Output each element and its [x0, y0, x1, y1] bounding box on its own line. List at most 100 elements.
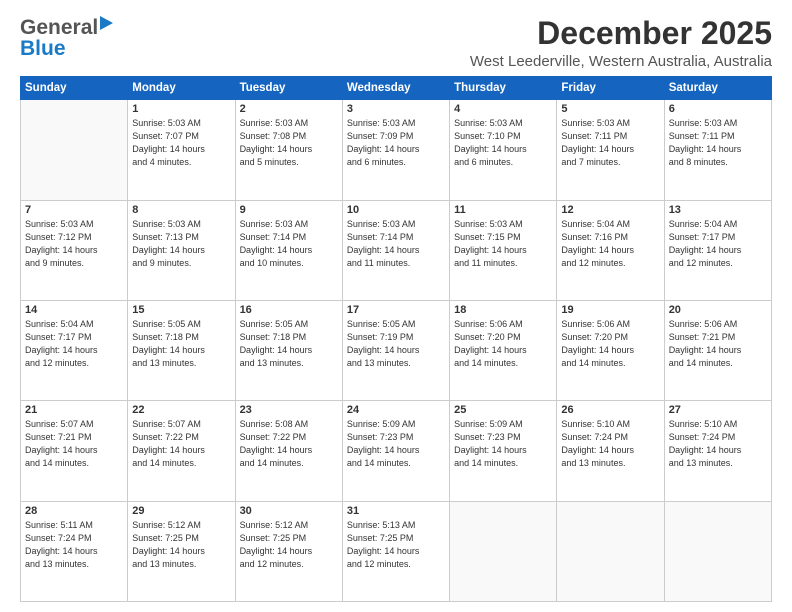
calendar-day-header: Friday [557, 77, 664, 100]
day-number: 8 [132, 204, 230, 216]
calendar-cell: 1 Sunrise: 5:03 AMSunset: 7:07 PMDaylight… [128, 100, 235, 200]
calendar-cell: 17 Sunrise: 5:05 AMSunset: 7:19 PMDayligh… [342, 300, 449, 400]
day-info: Sunrise: 5:03 AMSunset: 7:13 PMDaylight:… [132, 218, 230, 270]
day-number: 24 [347, 404, 445, 416]
day-number: 18 [454, 304, 552, 316]
calendar-cell: 19 Sunrise: 5:06 AMSunset: 7:20 PMDayligh… [557, 300, 664, 400]
calendar-week-row: 28 Sunrise: 5:11 AMSunset: 7:24 PMDayligh… [21, 501, 772, 601]
calendar-day-header: Sunday [21, 77, 128, 100]
day-number: 27 [669, 404, 767, 416]
day-number: 14 [25, 304, 123, 316]
calendar-cell: 20 Sunrise: 5:06 AMSunset: 7:21 PMDayligh… [664, 300, 771, 400]
day-number: 21 [25, 404, 123, 416]
calendar-cell: 4Sunrise: 5:03 AMSunset: 7:10 PMDaylight… [450, 100, 557, 200]
day-number: 12 [561, 204, 659, 216]
main-title: December 2025 [470, 16, 772, 51]
day-number: 6 [669, 103, 767, 115]
day-info: Sunrise: 5:03 AMSunset: 7:07 PMDaylight:… [132, 117, 230, 169]
day-number: 17 [347, 304, 445, 316]
calendar-cell: 28 Sunrise: 5:11 AMSunset: 7:24 PMDayligh… [21, 501, 128, 601]
day-info: Sunrise: 5:03 AMSunset: 7:08 PMDaylight:… [240, 117, 338, 169]
calendar-day-header: Thursday [450, 77, 557, 100]
day-info: Sunrise: 5:05 AMSunset: 7:18 PMDaylight:… [240, 318, 338, 370]
calendar-cell: 15Sunrise: 5:05 AMSunset: 7:18 PMDayligh… [128, 300, 235, 400]
day-number: 1 [132, 103, 230, 115]
logo-arrow-icon [100, 16, 113, 30]
day-info: Sunrise: 5:11 AMSunset: 7:24 PMDaylight:… [25, 519, 123, 571]
day-info: Sunrise: 5:06 AMSunset: 7:21 PMDaylight:… [669, 318, 767, 370]
calendar-week-row: 7Sunrise: 5:03 AMSunset: 7:12 PMDaylight… [21, 200, 772, 300]
header: General Blue December 2025 West Leedervi… [20, 16, 772, 70]
day-number: 19 [561, 304, 659, 316]
day-number: 30 [240, 505, 338, 517]
calendar-cell: 14 Sunrise: 5:04 AMSunset: 7:17 PMDayligh… [21, 300, 128, 400]
calendar-cell: 7Sunrise: 5:03 AMSunset: 7:12 PMDaylight… [21, 200, 128, 300]
logo: General Blue [20, 16, 113, 59]
calendar-cell: 10Sunrise: 5:03 AMSunset: 7:14 PMDayligh… [342, 200, 449, 300]
calendar-cell: 24Sunrise: 5:09 AMSunset: 7:23 PMDayligh… [342, 401, 449, 501]
day-info: Sunrise: 5:03 AMSunset: 7:09 PMDaylight:… [347, 117, 445, 169]
day-info: Sunrise: 5:07 AMSunset: 7:21 PMDaylight:… [25, 418, 123, 470]
calendar-cell: 27Sunrise: 5:10 AMSunset: 7:24 PMDayligh… [664, 401, 771, 501]
calendar-cell [557, 501, 664, 601]
day-info: Sunrise: 5:07 AMSunset: 7:22 PMDaylight:… [132, 418, 230, 470]
day-number: 22 [132, 404, 230, 416]
calendar-day-header: Wednesday [342, 77, 449, 100]
calendar-cell: 6 Sunrise: 5:03 AMSunset: 7:11 PMDaylight… [664, 100, 771, 200]
day-info: Sunrise: 5:03 AMSunset: 7:11 PMDaylight:… [669, 117, 767, 169]
day-number: 15 [132, 304, 230, 316]
calendar-cell: 31 Sunrise: 5:13 AMSunset: 7:25 PMDayligh… [342, 501, 449, 601]
day-info: Sunrise: 5:12 AMSunset: 7:25 PMDaylight:… [240, 519, 338, 571]
calendar-cell: 13 Sunrise: 5:04 AMSunset: 7:17 PMDayligh… [664, 200, 771, 300]
day-info: Sunrise: 5:06 AMSunset: 7:20 PMDaylight:… [454, 318, 552, 370]
day-info: Sunrise: 5:03 AMSunset: 7:10 PMDaylight:… [454, 117, 552, 169]
calendar-cell [450, 501, 557, 601]
day-number: 31 [347, 505, 445, 517]
logo-blue-text: Blue [20, 38, 66, 59]
calendar-cell: 25 Sunrise: 5:09 AMSunset: 7:23 PMDayligh… [450, 401, 557, 501]
day-info: Sunrise: 5:03 AMSunset: 7:14 PMDaylight:… [240, 218, 338, 270]
calendar-cell [21, 100, 128, 200]
day-number: 25 [454, 404, 552, 416]
calendar-cell: 12 Sunrise: 5:04 AMSunset: 7:16 PMDayligh… [557, 200, 664, 300]
calendar-cell: 11Sunrise: 5:03 AMSunset: 7:15 PMDayligh… [450, 200, 557, 300]
day-info: Sunrise: 5:09 AMSunset: 7:23 PMDaylight:… [454, 418, 552, 470]
calendar-cell: 16 Sunrise: 5:05 AMSunset: 7:18 PMDayligh… [235, 300, 342, 400]
calendar-day-header: Saturday [664, 77, 771, 100]
day-info: Sunrise: 5:08 AMSunset: 7:22 PMDaylight:… [240, 418, 338, 470]
day-number: 13 [669, 204, 767, 216]
calendar-day-header: Monday [128, 77, 235, 100]
day-info: Sunrise: 5:13 AMSunset: 7:25 PMDaylight:… [347, 519, 445, 571]
day-info: Sunrise: 5:04 AMSunset: 7:17 PMDaylight:… [669, 218, 767, 270]
day-number: 29 [132, 505, 230, 517]
calendar-header-row: SundayMondayTuesdayWednesdayThursdayFrid… [21, 77, 772, 100]
calendar-cell [664, 501, 771, 601]
calendar-cell: 3 Sunrise: 5:03 AMSunset: 7:09 PMDaylight… [342, 100, 449, 200]
sub-title: West Leederville, Western Australia, Aus… [470, 53, 772, 70]
calendar-week-row: 14 Sunrise: 5:04 AMSunset: 7:17 PMDayligh… [21, 300, 772, 400]
day-info: Sunrise: 5:04 AMSunset: 7:17 PMDaylight:… [25, 318, 123, 370]
calendar-cell: 22 Sunrise: 5:07 AMSunset: 7:22 PMDayligh… [128, 401, 235, 501]
day-number: 26 [561, 404, 659, 416]
day-info: Sunrise: 5:06 AMSunset: 7:20 PMDaylight:… [561, 318, 659, 370]
calendar-cell: 21 Sunrise: 5:07 AMSunset: 7:21 PMDayligh… [21, 401, 128, 501]
calendar-cell: 9 Sunrise: 5:03 AMSunset: 7:14 PMDaylight… [235, 200, 342, 300]
day-number: 3 [347, 103, 445, 115]
title-section: December 2025 West Leederville, Western … [470, 16, 772, 70]
day-number: 9 [240, 204, 338, 216]
day-number: 16 [240, 304, 338, 316]
day-number: 10 [347, 204, 445, 216]
page: General Blue December 2025 West Leedervi… [0, 0, 792, 612]
calendar-table: SundayMondayTuesdayWednesdayThursdayFrid… [20, 76, 772, 602]
day-info: Sunrise: 5:04 AMSunset: 7:16 PMDaylight:… [561, 218, 659, 270]
day-number: 28 [25, 505, 123, 517]
calendar-cell: 30 Sunrise: 5:12 AMSunset: 7:25 PMDayligh… [235, 501, 342, 601]
day-info: Sunrise: 5:10 AMSunset: 7:24 PMDaylight:… [561, 418, 659, 470]
calendar-cell: 29Sunrise: 5:12 AMSunset: 7:25 PMDayligh… [128, 501, 235, 601]
day-number: 23 [240, 404, 338, 416]
calendar-cell: 23 Sunrise: 5:08 AMSunset: 7:22 PMDayligh… [235, 401, 342, 501]
day-number: 5 [561, 103, 659, 115]
day-info: Sunrise: 5:03 AMSunset: 7:12 PMDaylight:… [25, 218, 123, 270]
day-number: 20 [669, 304, 767, 316]
day-info: Sunrise: 5:05 AMSunset: 7:19 PMDaylight:… [347, 318, 445, 370]
